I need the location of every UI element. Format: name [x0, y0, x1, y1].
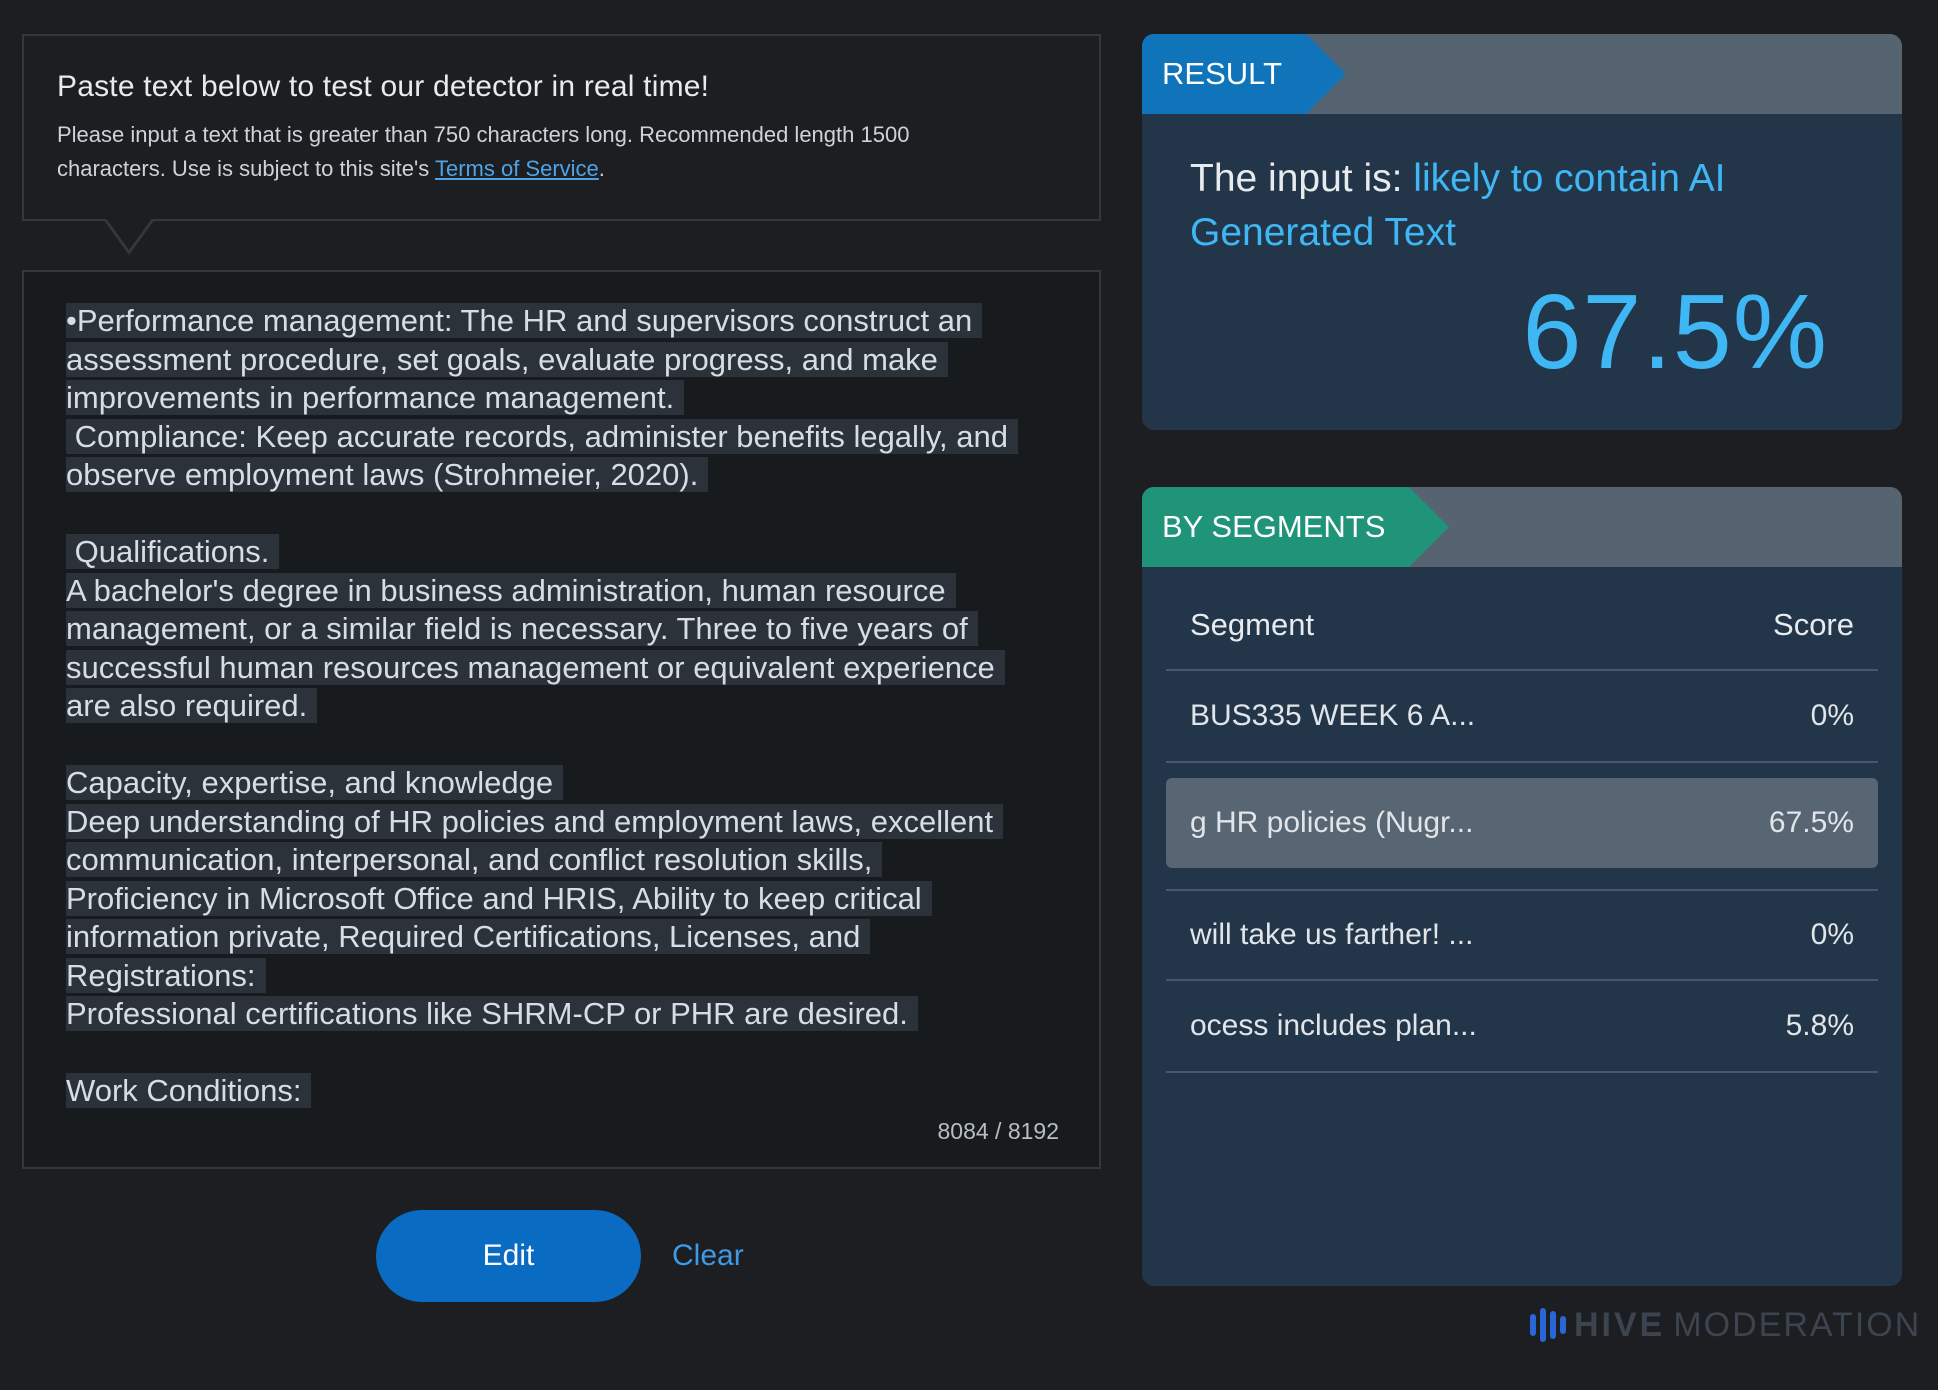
- text-line: •Performance management: The HR and supe…: [66, 302, 1066, 341]
- text-line: Qualifications.: [66, 533, 1066, 572]
- column-header-score: Score: [1773, 607, 1854, 642]
- segments-table: Segment Score BUS335 WEEK 6 A... 0% g HR…: [1166, 581, 1878, 1073]
- callout-pointer: [103, 217, 155, 255]
- text-line: Compliance: Keep accurate records, admin…: [66, 418, 1066, 457]
- text-line: are also required.: [66, 687, 1066, 726]
- segment-row-selected[interactable]: g HR policies (Nugr... 67.5%: [1166, 763, 1878, 889]
- segment-row[interactable]: will take us farther! ... 0%: [1166, 889, 1878, 981]
- segments-card: BY SEGMENTS Segment Score BUS335 WEEK 6 …: [1142, 487, 1902, 1286]
- segment-row[interactable]: ocess includes plan... 5.8%: [1166, 981, 1878, 1073]
- result-prefix: The input is:: [1190, 157, 1414, 200]
- logo-product: MODERATION: [1673, 1305, 1922, 1344]
- hive-bars-icon: [1530, 1308, 1566, 1342]
- text-line: Work Conditions:: [66, 1072, 1066, 1111]
- text-line: management, or a similar field is necess…: [66, 610, 1066, 649]
- text-line: observe employment laws (Strohmeier, 202…: [66, 456, 1066, 495]
- desc-line-2-end: .: [598, 156, 605, 181]
- result-header: RESULT: [1142, 34, 1902, 114]
- text-line: Capacity, expertise, and knowledge: [66, 764, 1066, 803]
- text-input-area[interactable]: •Performance management: The HR and supe…: [22, 270, 1101, 1169]
- segment-text: g HR policies (Nugr...: [1190, 806, 1474, 839]
- result-percentage: 67.5%: [1522, 273, 1828, 391]
- clear-button[interactable]: Clear: [672, 1210, 744, 1302]
- segment-score: 0%: [1810, 918, 1854, 951]
- text-line: successful human resources management or…: [66, 649, 1066, 688]
- desc-line-2: characters. Use is subject to this site'…: [57, 156, 435, 181]
- segment-score: 67.5%: [1768, 806, 1854, 839]
- segments-header: BY SEGMENTS: [1142, 487, 1902, 567]
- text-line: information private, Required Certificat…: [66, 918, 1066, 957]
- text-line: Proficiency in Microsoft Office and HRIS…: [66, 880, 1066, 919]
- segment-text: will take us farther! ...: [1190, 918, 1474, 951]
- text-line-blank: [66, 726, 1066, 765]
- desc-line-1: Please input a text that is greater than…: [57, 122, 910, 147]
- result-statement: The input is: likely to contain AI Gener…: [1190, 152, 1810, 260]
- character-counter: 8084 / 8192: [937, 1118, 1059, 1144]
- hive-moderation-logo: HIVE MODERATION: [1530, 1304, 1921, 1346]
- instructions-title: Paste text below to test our detector in…: [57, 70, 710, 103]
- input-text[interactable]: •Performance management: The HR and supe…: [66, 302, 1066, 1111]
- text-line-blank: [66, 1034, 1066, 1073]
- text-line-blank: [66, 495, 1066, 534]
- text-line: improvements in performance management.: [66, 379, 1066, 418]
- result-tag: RESULT: [1142, 34, 1347, 114]
- segment-score: 0%: [1810, 699, 1854, 732]
- text-line: assessment procedure, set goals, evaluat…: [66, 341, 1066, 380]
- text-line: communication, interpersonal, and confli…: [66, 841, 1066, 880]
- segment-highlight: g HR policies (Nugr... 67.5%: [1166, 778, 1878, 868]
- instructions-description: Please input a text that is greater than…: [57, 118, 1066, 186]
- segment-score: 5.8%: [1785, 1009, 1854, 1042]
- instructions-panel: Paste text below to test our detector in…: [22, 34, 1101, 221]
- text-line: A bachelor's degree in business administ…: [66, 572, 1066, 611]
- logo-brand: HIVE: [1574, 1305, 1666, 1344]
- segment-row[interactable]: BUS335 WEEK 6 A... 0%: [1166, 671, 1878, 763]
- edit-button[interactable]: Edit: [376, 1210, 641, 1302]
- column-header-segment: Segment: [1190, 607, 1315, 642]
- segment-text: BUS335 WEEK 6 A...: [1190, 699, 1476, 732]
- terms-of-service-link[interactable]: Terms of Service: [435, 156, 599, 181]
- segments-tag: BY SEGMENTS: [1142, 487, 1450, 567]
- result-card: RESULT The input is: likely to contain A…: [1142, 34, 1902, 430]
- text-line: Professional certifications like SHRM-CP…: [66, 995, 1066, 1034]
- segment-text: ocess includes plan...: [1190, 1009, 1477, 1042]
- text-line: Registrations:: [66, 957, 1066, 996]
- text-line: Deep understanding of HR policies and em…: [66, 803, 1066, 842]
- segments-table-header: Segment Score: [1166, 581, 1878, 671]
